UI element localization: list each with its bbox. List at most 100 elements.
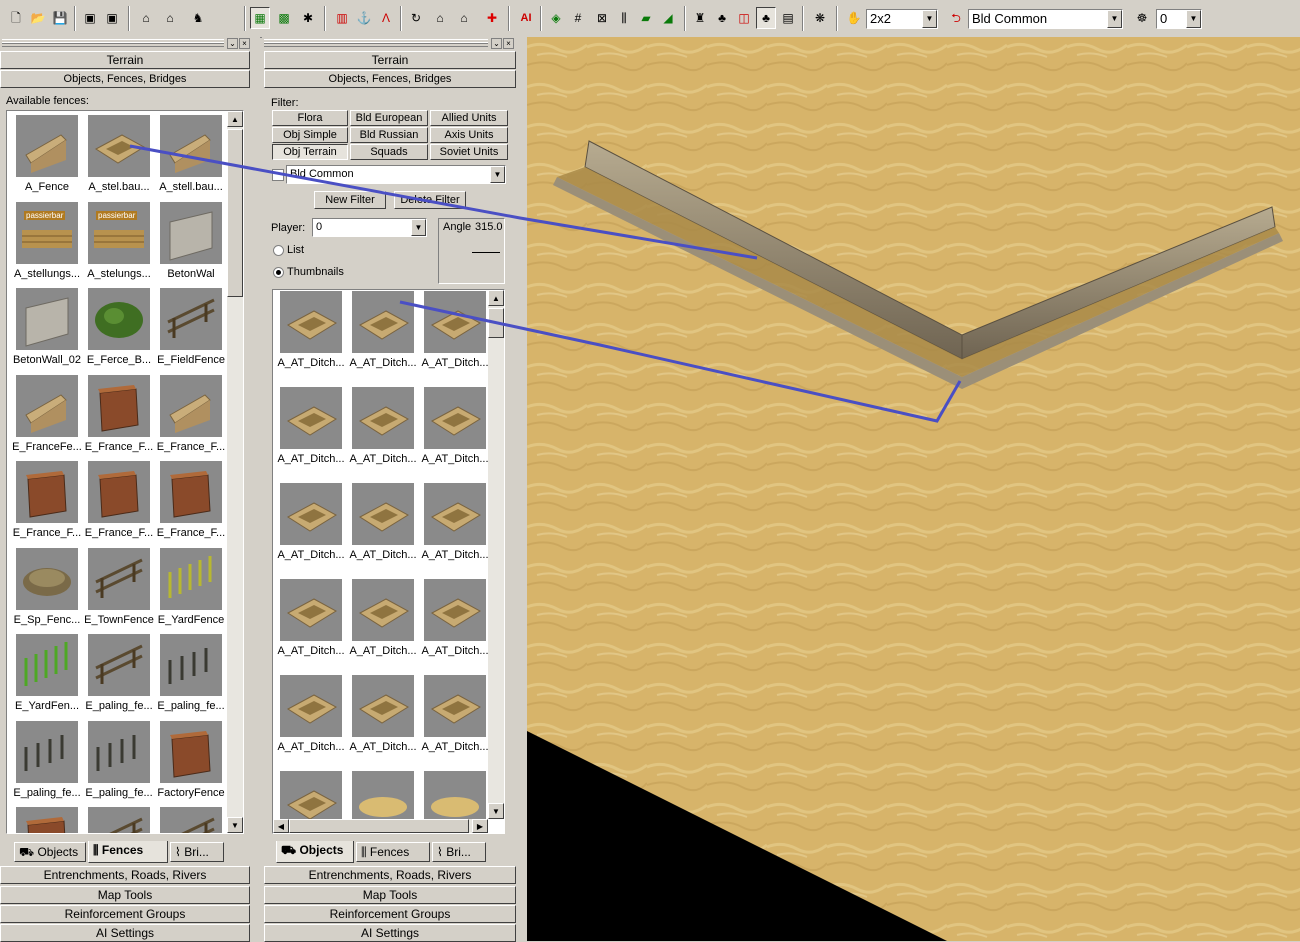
anchor-icon[interactable]: ⚓ xyxy=(354,7,374,29)
thumbnail-item[interactable]: A_AT_Ditch... xyxy=(419,577,491,663)
thumbnail-item[interactable]: E_paling_fe... xyxy=(155,632,227,718)
thumbnail-item[interactable]: E_paling_fe... xyxy=(11,719,83,805)
building-icon[interactable]: ▥ xyxy=(332,7,352,29)
pin-icon[interactable]: ⌄ xyxy=(227,38,238,49)
bars-icon[interactable]: ⫼ xyxy=(614,7,634,29)
thumbnail-item[interactable]: A_AT_Ditch... xyxy=(347,577,419,663)
filter-button[interactable]: Obj Simple xyxy=(272,127,348,143)
thumbnail-item[interactable]: A_AT_Ditch... xyxy=(419,481,491,567)
red-cross-icon[interactable]: ✚ xyxy=(482,7,502,29)
angle-box[interactable]: Angle 315.0 xyxy=(438,218,505,284)
ai-settings-bar[interactable]: AI Settings xyxy=(264,924,516,942)
map-view2-icon[interactable]: ▩ xyxy=(274,7,294,29)
pin-icon[interactable]: ⌄ xyxy=(491,38,502,49)
ai-settings-bar[interactable]: AI Settings xyxy=(0,924,250,942)
back-arrow-icon[interactable]: ⮌ xyxy=(946,7,966,29)
close-icon[interactable]: × xyxy=(239,38,250,49)
filter-button[interactable]: Flora xyxy=(272,110,348,126)
fence-list-scrollbar[interactable]: ▲ ▼ xyxy=(227,111,243,833)
new-filter-button[interactable]: New Filter xyxy=(314,191,386,209)
thumbnail-item[interactable]: E_FranceFe... xyxy=(11,373,83,459)
tab-objects[interactable]: ⛟ Objects xyxy=(14,842,86,862)
scroll-up-icon[interactable]: ▲ xyxy=(227,111,243,127)
object-list-vscroll[interactable]: ▲ ▼ xyxy=(488,290,504,819)
thumbnail-item[interactable]: A_AT_Ditch... xyxy=(347,290,419,375)
fence-tool-icon[interactable]: ⊠ xyxy=(592,7,612,29)
tab-fences[interactable]: ⫼ Fences xyxy=(88,841,168,863)
thumbnail-item[interactable]: E_Ferce_B... xyxy=(83,286,155,372)
filter-button[interactable]: Allied Units xyxy=(430,110,508,126)
filter-select[interactable]: Bld Common ▼ xyxy=(286,165,506,184)
soldier-icon[interactable]: ♞ xyxy=(188,7,208,29)
grid-icon[interactable]: # xyxy=(568,7,588,29)
map-tools-bar[interactable]: Map Tools xyxy=(264,886,516,904)
map-tools-bar[interactable]: Map Tools xyxy=(0,886,250,904)
entrenchments-bar[interactable]: Entrenchments, Roads, Rivers xyxy=(264,866,516,884)
filter-button[interactable]: Soviet Units xyxy=(430,144,508,160)
brush-size-select[interactable]: 2x2 ▼ xyxy=(866,9,938,29)
tab-bridges[interactable]: ⌇ Bri... xyxy=(432,842,486,862)
new-file-icon[interactable]: 🗋 xyxy=(6,7,26,29)
scroll-up-icon[interactable]: ▲ xyxy=(488,290,504,306)
map-view-icon[interactable]: ▦ xyxy=(250,7,270,29)
house2-icon[interactable]: ⌂ xyxy=(454,7,474,29)
thumbnail-item[interactable]: BetonWall_02 xyxy=(11,286,83,372)
bug-icon[interactable]: ✱ xyxy=(298,7,318,29)
thumbnail-item[interactable] xyxy=(155,805,227,833)
thumbnail-item[interactable]: E_TownFence xyxy=(83,546,155,632)
rotate-icon[interactable]: ↻ xyxy=(406,7,426,29)
close-icon[interactable]: × xyxy=(503,38,514,49)
filter-button[interactable]: Obj Terrain xyxy=(272,144,348,160)
terrain-header[interactable]: Terrain xyxy=(0,51,250,69)
filter-button[interactable]: Bld European xyxy=(350,110,428,126)
entrenchments-bar[interactable]: Entrenchments, Roads, Rivers xyxy=(0,866,250,884)
bush-icon[interactable]: ❋ xyxy=(810,7,830,29)
scroll-thumb[interactable] xyxy=(227,129,243,297)
tree2-icon[interactable]: ♣ xyxy=(756,7,776,29)
thumbnail-item[interactable]: A_stell.bau... xyxy=(155,113,227,199)
thumbnail-item[interactable]: E_Sp_Fenc... xyxy=(11,546,83,632)
house-icon[interactable]: ⌂ xyxy=(430,7,450,29)
thumbnail-item[interactable]: A_AT_Ditch... xyxy=(275,577,347,663)
scroll-down-icon[interactable]: ▼ xyxy=(488,803,504,819)
road-icon[interactable]: Ʌ xyxy=(376,7,396,29)
diamond-icon[interactable]: ◈ xyxy=(546,7,566,29)
scroll-down-icon[interactable]: ▼ xyxy=(227,817,243,833)
open-folder-icon[interactable]: 📂 xyxy=(28,7,48,29)
window-icon[interactable]: ▤ xyxy=(778,7,798,29)
reinforcement-groups-bar[interactable]: Reinforcement Groups xyxy=(0,905,250,923)
terrain2-icon[interactable]: ◢ xyxy=(658,7,678,29)
ai-icon[interactable]: AI xyxy=(516,7,536,29)
thumbnail-item[interactable]: E_FieldFence xyxy=(155,286,227,372)
terrain-header[interactable]: Terrain xyxy=(264,51,516,69)
tool-a-icon[interactable]: ▣ xyxy=(80,7,100,29)
map-canvas[interactable] xyxy=(527,37,1300,941)
player-select[interactable]: 0 ▼ xyxy=(1156,9,1202,29)
thumbnail-item[interactable]: E_France_F... xyxy=(11,459,83,545)
reinforcement-groups-bar[interactable]: Reinforcement Groups xyxy=(264,905,516,923)
thumbnail-item[interactable]: E_France_F... xyxy=(155,459,227,545)
terrain-icon[interactable]: ▰ xyxy=(636,7,656,29)
fence-list[interactable]: A_Fence A_stel.bau... A_stell.bau... passie… xyxy=(6,110,244,834)
thumbnails-radio[interactable] xyxy=(273,267,284,278)
thumbnail-item[interactable]: A_AT_Ditch... xyxy=(347,673,419,759)
thumbnail-item[interactable]: A_AT_Ditch... xyxy=(275,481,347,567)
map-viewport[interactable] xyxy=(527,37,1300,941)
thumbnail-item[interactable]: A_AT_Ditch... xyxy=(275,673,347,759)
hscroll-thumb[interactable] xyxy=(289,819,469,833)
thumbnail-item[interactable]: E_YardFen... xyxy=(11,632,83,718)
scroll-thumb[interactable] xyxy=(488,308,504,338)
delete-filter-button[interactable]: Delete Filter xyxy=(394,191,466,209)
thumbnail-item[interactable]: FactoryFence xyxy=(155,719,227,805)
player-select[interactable]: 0 ▼ xyxy=(312,218,427,237)
scroll-left-icon[interactable]: ◀ xyxy=(273,819,289,833)
objects-header[interactable]: Objects, Fences, Bridges xyxy=(264,70,516,88)
filter-button[interactable]: Bld Russian xyxy=(350,127,428,143)
tab-objects[interactable]: ⛟ Objects xyxy=(276,841,354,863)
thumbnail-item[interactable]: A_Fence xyxy=(11,113,83,199)
thumbnail-item[interactable]: passierbar A_stelungs... xyxy=(83,200,155,286)
tab-bridges[interactable]: ⌇ Bri... xyxy=(170,842,224,862)
object-list[interactable]: A_AT_Ditch... A_AT_Ditch... A_AT_Ditch... A… xyxy=(272,289,505,834)
thumbnail-item[interactable]: A_AT_Ditch... xyxy=(275,290,347,375)
thumbnail-item[interactable]: A_AT_Ditch... xyxy=(419,673,491,759)
